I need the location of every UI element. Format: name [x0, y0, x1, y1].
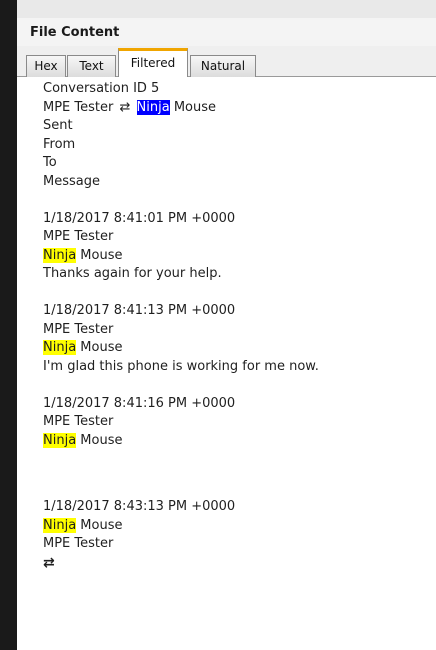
participant-a: MPE Tester — [43, 99, 114, 115]
message-block: 1/18/2017 8:41:01 PM +0000 MPE Tester Ni… — [43, 210, 433, 284]
conversation-id: Conversation ID 5 — [43, 81, 160, 96]
message-to: MPE Tester — [43, 536, 114, 551]
file-content-panel: File Content Hex Text Filtered Natural C… — [17, 18, 436, 650]
participant-b-rest: Mouse — [169, 99, 217, 115]
header-to: To — [43, 155, 57, 170]
message-block: 1/18/2017 8:41:16 PM +0000 MPE Tester Ni… — [43, 395, 433, 451]
message-sent: 1/18/2017 8:43:13 PM +0000 — [43, 499, 236, 514]
search-hit: Ninja — [43, 432, 77, 448]
message-sent: 1/18/2017 8:41:16 PM +0000 — [43, 395, 236, 411]
tab-hex[interactable]: Hex — [26, 55, 66, 77]
message-from: MPE Tester — [43, 229, 114, 244]
message-text: Thanks again for your help. — [43, 266, 222, 281]
header-message: Message — [43, 173, 100, 189]
message-sent: 1/18/2017 8:41:01 PM +0000 — [43, 210, 236, 226]
message-block: 1/18/2017 8:43:13 PM +0000 Ninja Mouse M… — [43, 498, 433, 572]
header-sent: Sent — [43, 118, 73, 133]
message-to: Ninja Mouse — [43, 340, 123, 355]
search-hit: Ninja — [43, 340, 77, 355]
message-from: MPE Tester — [43, 321, 114, 337]
message-sent: 1/18/2017 8:41:13 PM +0000 — [43, 303, 236, 318]
message-block: 1/18/2017 8:41:13 PM +0000 MPE Tester Ni… — [43, 302, 433, 376]
selected-search-hit: Ninja — [136, 99, 170, 115]
message-from: Ninja Mouse — [43, 517, 123, 533]
header-from: From — [43, 136, 76, 152]
search-hit: Ninja — [43, 517, 77, 533]
message-to: Ninja Mouse — [43, 432, 123, 448]
left-dark-edge — [0, 0, 17, 650]
tab-filtered[interactable]: Filtered — [118, 48, 188, 77]
panel-title: File Content — [30, 25, 120, 40]
tab-text[interactable]: Text — [67, 55, 116, 77]
tab-natural[interactable]: Natural — [190, 55, 256, 77]
panel-header: File Content — [17, 18, 436, 46]
conversation-participants: MPE Tester ⇄ Ninja Mouse — [43, 99, 433, 118]
tab-bar: Hex Text Filtered Natural — [17, 46, 436, 77]
swap-icon: ⇄ — [119, 99, 131, 115]
filtered-content: Conversation ID 5 MPE Tester ⇄ Ninja Mou… — [43, 80, 433, 572]
message-text: ⇄ — [43, 554, 55, 571]
search-hit: Ninja — [43, 247, 77, 263]
message-to: Ninja Mouse — [43, 247, 123, 263]
message-text: I'm glad this phone is working for me no… — [43, 358, 319, 374]
message-from: MPE Tester — [43, 414, 114, 429]
top-band — [17, 0, 436, 18]
